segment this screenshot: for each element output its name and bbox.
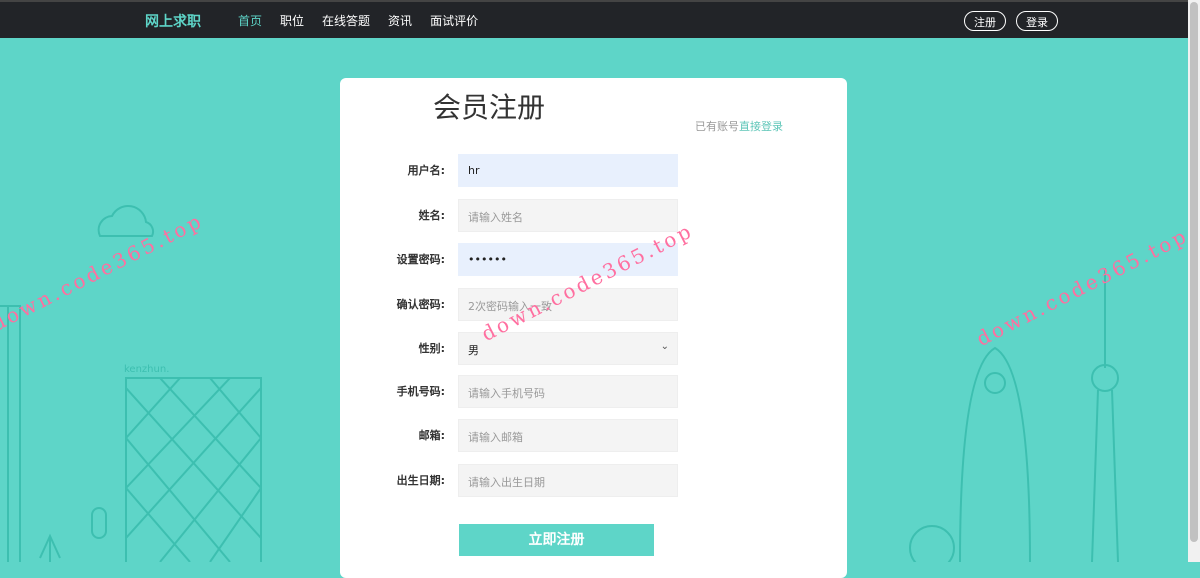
register-card: 会员注册 已有账号直接登录 用户名: hr 姓名: 请输入姓名 设置密码: •••••… [340,78,847,578]
scrollbar-thumb[interactable] [1190,2,1198,542]
nav-online-quiz[interactable]: 在线答题 [322,12,370,29]
nav-news[interactable]: 资讯 [388,12,412,29]
gender-value: 男 [468,344,479,357]
email-input[interactable]: 请输入邮箱 [458,419,678,452]
confirm-password-label: 确认密码: [396,298,445,311]
top-navbar: 网上求职 首页 职位 在线答题 资讯 面试评价 注册 登录 [0,0,1188,38]
page-title: 会员注册 [433,91,546,124]
have-account-text: 已有账号 [695,120,739,133]
birthdate-label: 出生日期: [396,474,445,487]
email-row: 邮箱: 请输入邮箱 [340,419,847,452]
birthdate-input[interactable]: 请输入出生日期 [458,464,678,497]
nav-home[interactable]: 首页 [238,12,262,29]
chevron-down-icon: ⌄ [660,341,669,352]
birthdate-row: 出生日期: 请输入出生日期 [340,464,847,497]
phone-input[interactable]: 请输入手机号码 [458,375,678,408]
submit-register-button[interactable]: 立即注册 [459,524,654,556]
confirm-password-row: 确认密码: 2次密码输入一致 [340,288,847,321]
username-row: 用户名: hr [340,154,847,187]
password-row: 设置密码: •••••• [340,243,847,276]
gender-label: 性别: [418,342,445,355]
name-row: 姓名: 请输入姓名 [340,199,847,232]
login-button[interactable]: 登录 [1016,11,1058,31]
username-label: 用户名: [407,164,445,177]
register-button[interactable]: 注册 [964,11,1006,31]
confirm-password-input[interactable]: 2次密码输入一致 [458,288,678,321]
password-label: 设置密码: [396,253,445,266]
gender-select[interactable]: 男 ⌄ [458,332,678,365]
password-input[interactable]: •••••• [458,243,678,276]
direct-login-link[interactable]: 直接登录 [739,120,783,133]
kenzhun-sign: kenzhun. [124,364,169,375]
login-prompt: 已有账号直接登录 [695,118,783,134]
main-menu: 首页 职位 在线答题 资讯 面试评价 [238,12,496,29]
gender-row: 性别: 男 ⌄ [340,332,847,365]
brand-logo[interactable]: 网上求职 [145,11,201,31]
phone-label: 手机号码: [396,385,445,398]
username-input[interactable]: hr [458,154,678,187]
email-label: 邮箱: [418,429,445,442]
nav-interview-reviews[interactable]: 面试评价 [430,12,478,29]
name-input[interactable]: 请输入姓名 [458,199,678,232]
scrollbar[interactable] [1188,0,1200,562]
nav-jobs[interactable]: 职位 [280,12,304,29]
phone-row: 手机号码: 请输入手机号码 [340,375,847,408]
name-label: 姓名: [418,209,445,222]
